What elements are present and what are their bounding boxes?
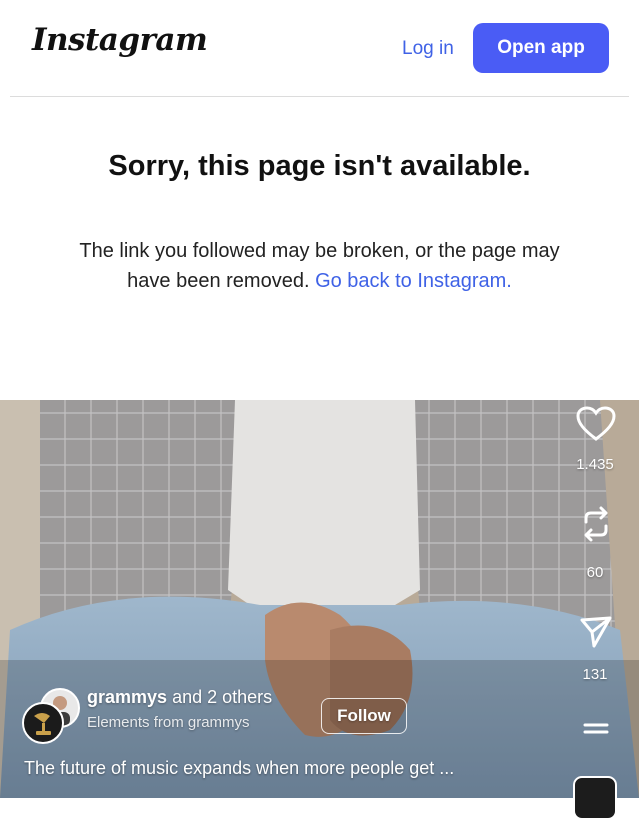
follow-button[interactable]: Follow [321, 698, 407, 734]
header-divider [10, 96, 629, 97]
gramophone-icon [34, 713, 51, 735]
author-avatar[interactable] [22, 702, 64, 744]
repost-icon[interactable] [578, 504, 614, 544]
reposts-count: 60 [586, 564, 604, 581]
send-icon[interactable] [578, 614, 614, 650]
author-subtitle: Elements from grammys [87, 714, 250, 731]
heart-icon[interactable] [576, 406, 616, 442]
reel-video-frame [0, 400, 639, 798]
author-others[interactable]: and 2 others [172, 687, 272, 707]
reel-author[interactable]: grammys and 2 others [87, 687, 272, 708]
error-title: Sorry, this page isn't available. [108, 150, 531, 182]
author-name[interactable]: grammys [87, 687, 167, 707]
open-app-button[interactable]: Open app [473, 23, 609, 73]
back-to-instagram-link[interactable]: Go back to Instagram. [315, 270, 512, 292]
likes-count: 1.435 [576, 456, 614, 473]
more-icon[interactable] [582, 722, 610, 742]
reel-video[interactable]: 1.435 60 131 [0, 400, 639, 798]
audio-avatar[interactable] [573, 776, 617, 820]
reel-caption[interactable]: The future of music expands when more pe… [24, 758, 454, 779]
instagram-logo[interactable]: Instagram [32, 22, 208, 58]
top-bar: Instagram Log in Open app [0, 0, 639, 96]
login-link[interactable]: Log in [402, 38, 454, 60]
error-message: The link you followed may be broken, or … [60, 236, 579, 296]
shares-count: 131 [582, 666, 608, 683]
